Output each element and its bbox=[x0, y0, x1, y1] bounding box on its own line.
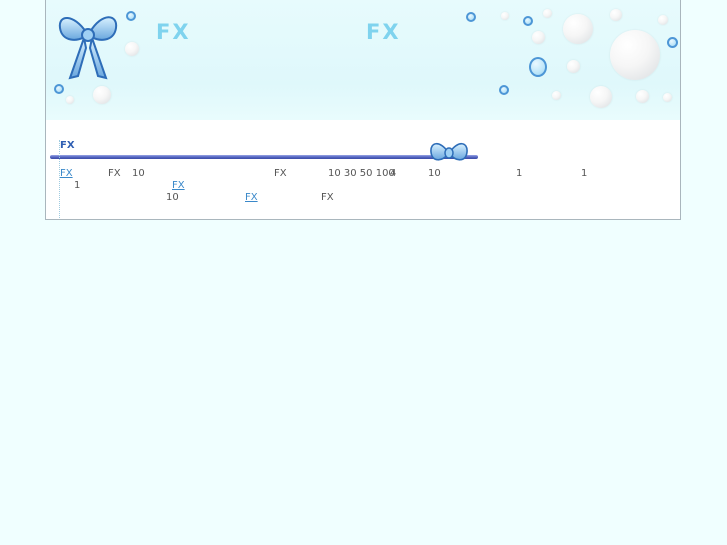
ribbon-bow-icon bbox=[58, 16, 118, 80]
text-1: 1 bbox=[74, 180, 81, 191]
text-fx: FX bbox=[274, 168, 287, 179]
text-10: 10 bbox=[132, 168, 145, 179]
bubble bbox=[93, 86, 111, 104]
fx-link-3[interactable]: FX bbox=[245, 192, 274, 203]
bubble bbox=[523, 16, 533, 26]
page-frame: FX FX FX FX FX 10 FX 10 30 50 100 4 10 1… bbox=[45, 0, 681, 220]
bubble bbox=[126, 11, 136, 21]
bubble bbox=[636, 90, 649, 103]
small-ribbon-bow-icon bbox=[430, 142, 468, 161]
text-10: 10 bbox=[428, 168, 441, 179]
bubble bbox=[610, 30, 660, 80]
text-fx: FX bbox=[108, 168, 121, 179]
content-area: FX FX FX 10 FX 10 30 50 100 4 10 1 1 1 F… bbox=[46, 120, 680, 220]
bubble bbox=[466, 12, 476, 22]
bubble bbox=[529, 57, 547, 77]
bubble bbox=[543, 9, 552, 18]
text-1: 1 bbox=[516, 168, 523, 179]
bubble bbox=[663, 93, 672, 102]
left-rule bbox=[59, 140, 61, 218]
bubble bbox=[590, 86, 612, 108]
text-lot-values: 10 30 50 100 bbox=[328, 168, 395, 179]
bubble bbox=[563, 14, 593, 44]
text-1: 1 bbox=[581, 168, 588, 179]
bubble bbox=[658, 15, 668, 25]
brand-title-left: FX bbox=[156, 20, 191, 44]
bubble bbox=[532, 31, 545, 44]
fx-link-2[interactable]: FX bbox=[172, 180, 201, 191]
bubble bbox=[54, 84, 64, 94]
brand-title-right: FX bbox=[366, 20, 401, 44]
bubble bbox=[66, 96, 74, 104]
bubble bbox=[125, 42, 139, 56]
text-10: 10 bbox=[166, 192, 179, 203]
bubble bbox=[567, 60, 580, 73]
bubble bbox=[610, 9, 622, 21]
section-title: FX bbox=[60, 140, 75, 151]
ribbon-divider bbox=[50, 155, 478, 159]
bubble bbox=[667, 37, 678, 48]
text-fx: FX bbox=[321, 192, 334, 203]
header-banner: FX FX bbox=[46, 0, 680, 120]
fx-link-1[interactable]: FX bbox=[60, 168, 73, 179]
bubble bbox=[499, 85, 509, 95]
bubble bbox=[501, 12, 509, 20]
text-4: 4 bbox=[390, 168, 397, 179]
bubble bbox=[552, 91, 561, 100]
